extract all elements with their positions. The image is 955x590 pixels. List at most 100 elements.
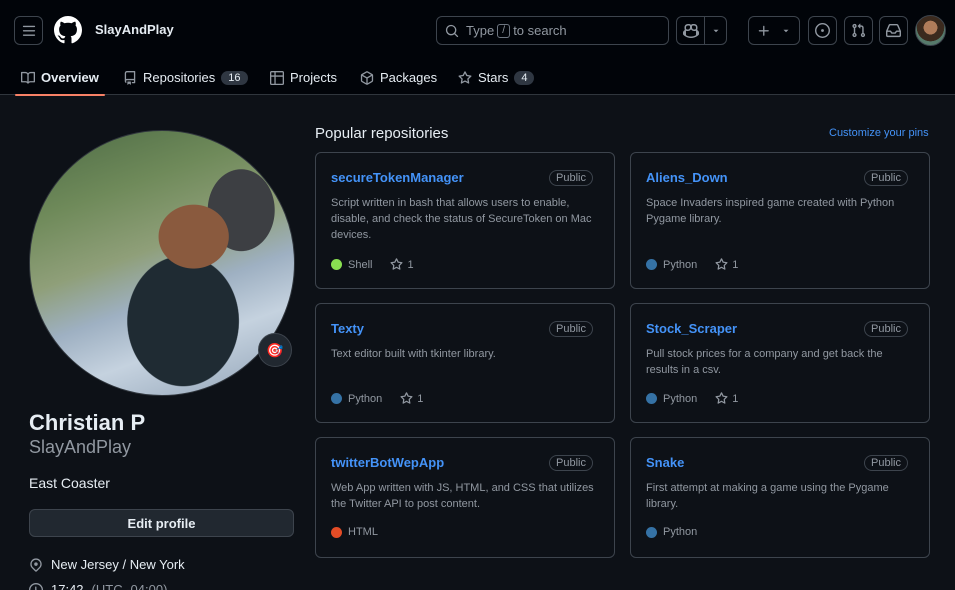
profile-photo[interactable] <box>29 130 295 396</box>
repo-language: Python <box>348 392 383 405</box>
tab-repositories-label: Repositories <box>143 70 216 85</box>
repo-language: Shell <box>348 258 373 271</box>
repo-language: Python <box>663 526 698 538</box>
timezone-text: (UTC -04:00) <box>91 582 168 590</box>
language-color-dot <box>646 393 657 404</box>
search-icon <box>445 24 459 37</box>
location-text: New Jersey / New York <box>51 557 185 572</box>
create-new-button[interactable] <box>748 16 800 45</box>
repo-name-link[interactable]: Aliens_Down <box>646 170 728 185</box>
tab-repositories[interactable]: Repositories 16 <box>123 60 248 95</box>
repo-meta: Python 1 <box>646 392 738 405</box>
git-pull-request-icon <box>852 23 866 38</box>
repo-description: Pull stock prices for a company and get … <box>646 348 883 376</box>
package-icon <box>360 70 374 85</box>
pinned-repo-card: twitterBotWepApp Public Web App written wi… <box>315 437 615 558</box>
stars-count-badge: 4 <box>514 70 535 85</box>
repo-language: HTML <box>348 526 378 538</box>
copilot-button[interactable] <box>676 16 727 45</box>
copilot-icon <box>683 23 699 38</box>
profile-bio: East Coaster <box>29 475 110 491</box>
tab-projects[interactable]: Projects <box>270 60 337 95</box>
repo-description: Web App written with JS, HTML, and CSS t… <box>331 482 594 510</box>
tab-overview[interactable]: Overview <box>15 60 105 96</box>
pinned-repo-card: secureTokenManager Public Script written i… <box>315 152 615 289</box>
time-text: 17:42 <box>51 582 84 590</box>
inbox-button[interactable] <box>879 16 908 45</box>
repo-description: First attempt at making a game using the… <box>646 482 889 510</box>
profile-tabs: Overview Repositories 16 Projects Packag… <box>0 60 955 96</box>
tab-overview-label: Overview <box>41 70 99 85</box>
chevron-down-icon <box>783 29 789 32</box>
tab-projects-label: Projects <box>290 70 337 85</box>
profile-name: Christian P <box>29 410 146 435</box>
repo-name-link[interactable]: secureTokenManager <box>331 170 464 185</box>
tab-packages-label: Packages <box>380 70 438 85</box>
menu-button[interactable] <box>14 16 43 45</box>
tab-stars[interactable]: Stars 4 <box>458 60 535 95</box>
language-color-dot <box>646 259 657 270</box>
profile-login: SlayAndPlay <box>29 437 132 457</box>
repositories-count-badge: 16 <box>221 70 248 85</box>
repo-icon <box>124 70 136 85</box>
language-color-dot <box>646 526 657 538</box>
pinned-repo-card: Snake Public First attempt at making a gam… <box>630 437 930 558</box>
visibility-badge: Public <box>549 321 593 337</box>
inbox-icon <box>886 23 901 38</box>
search-shortcut-key: / <box>497 23 511 38</box>
repo-description: Script written in bash that allows users… <box>331 197 592 241</box>
language-color-dot <box>331 259 342 270</box>
language-color-dot <box>331 526 342 538</box>
header-username[interactable]: SlayAndPlay <box>95 22 174 37</box>
global-header: SlayAndPlay Type / to search Overview Re… <box>0 0 955 96</box>
repo-stars[interactable]: 1 <box>715 392 738 405</box>
repo-description: Space Invaders inspired game created wit… <box>646 197 895 225</box>
repo-star-count: 1 <box>417 392 424 405</box>
repo-language: Python <box>663 258 698 271</box>
star-icon <box>400 392 413 404</box>
star-icon <box>715 392 728 404</box>
customize-pins-link[interactable]: Customize your pins <box>829 127 929 139</box>
location-icon <box>30 557 42 572</box>
clock-icon <box>29 582 43 590</box>
repo-meta: Shell 1 <box>331 258 414 271</box>
profile-local-time: 17:42 (UTC -04:00) <box>29 582 167 590</box>
repo-star-count: 1 <box>732 392 739 405</box>
chevron-down-icon <box>713 29 719 32</box>
visibility-badge: Public <box>864 455 908 471</box>
repo-meta: Python 1 <box>646 258 738 271</box>
status-badge[interactable]: 🎯 <box>258 333 292 367</box>
repo-meta: HTML <box>331 526 378 538</box>
repo-stars[interactable]: 1 <box>390 258 414 271</box>
visibility-badge: Public <box>549 455 593 471</box>
repo-name-link[interactable]: Stock_Scraper <box>646 321 737 336</box>
repo-meta: Python <box>646 526 697 538</box>
repo-meta: Python 1 <box>331 392 423 405</box>
repo-stars[interactable]: 1 <box>715 258 738 271</box>
popular-repositories-heading: Popular repositories <box>315 125 449 142</box>
pinned-repo-card: Texty Public Text editor built with tkinte… <box>315 303 615 423</box>
table-icon <box>270 70 284 85</box>
search-input[interactable]: Type / to search <box>436 16 669 45</box>
repo-name-link[interactable]: twitterBotWepApp <box>331 455 444 470</box>
issue-opened-icon <box>815 23 830 38</box>
issues-button[interactable] <box>808 16 837 45</box>
edit-profile-button[interactable]: Edit profile <box>29 509 294 537</box>
tab-packages[interactable]: Packages <box>360 60 437 95</box>
language-color-dot <box>331 393 342 404</box>
repo-stars[interactable]: 1 <box>400 392 423 405</box>
plus-icon <box>758 25 769 36</box>
search-placeholder-post: to search <box>513 23 567 38</box>
repo-star-count: 1 <box>732 258 739 271</box>
tab-stars-label: Stars <box>478 70 509 85</box>
user-avatar[interactable] <box>915 15 946 46</box>
pinned-repo-card: Stock_Scraper Public Pull stock prices for… <box>630 303 930 423</box>
repo-name-link[interactable]: Snake <box>646 455 684 470</box>
repo-star-count: 1 <box>407 258 414 271</box>
pull-requests-button[interactable] <box>844 16 873 45</box>
github-logo-icon[interactable] <box>54 16 82 44</box>
star-icon <box>390 258 403 270</box>
top-bar: SlayAndPlay Type / to search <box>0 0 955 60</box>
search-placeholder-pre: Type <box>466 23 495 38</box>
repo-name-link[interactable]: Texty <box>331 321 364 336</box>
